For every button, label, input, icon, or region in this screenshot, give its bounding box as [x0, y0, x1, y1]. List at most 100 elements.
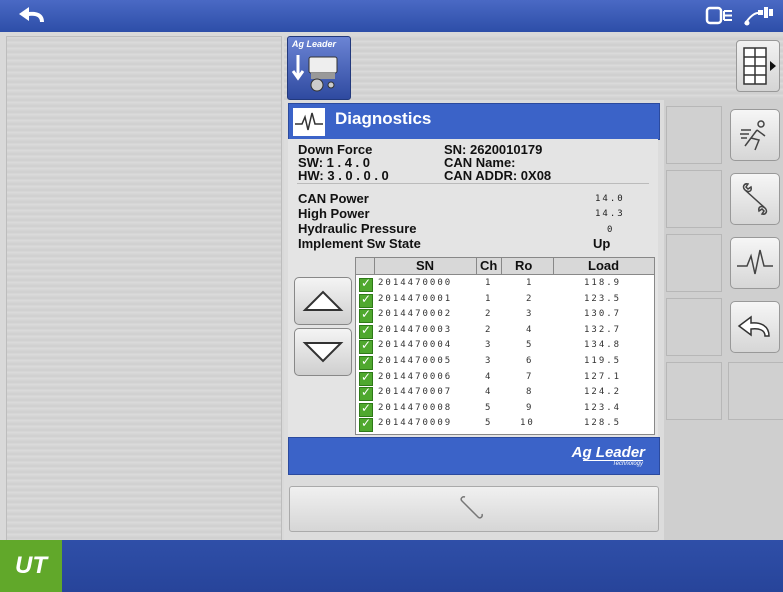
ut-logo-text: UT [15, 552, 47, 579]
grid-icon [743, 47, 776, 85]
cell-ch: 1 [485, 293, 493, 304]
back-arrow-icon [737, 315, 770, 337]
wrench-icon [742, 183, 768, 215]
brand-footer: Ag Leader Technology [288, 437, 660, 475]
metric-label: CAN Power [298, 191, 369, 206]
diagnostics-title-bar: Diagnostics [288, 103, 660, 140]
metric-label: Hydraulic Pressure [298, 221, 417, 236]
cell-ch: 2 [485, 324, 493, 335]
gps-satellite-icon[interactable] [741, 4, 775, 28]
cell-load: 132.7 [584, 324, 622, 335]
empty-slot [666, 362, 722, 420]
cell-ch: 3 [485, 340, 493, 351]
table-row[interactable]: 2014470000 1 1 118.9 [356, 275, 654, 292]
cell-sn: 2014470007 [378, 387, 453, 398]
sensor-table: SN Ch Ro Load 201447000011118.9201447000… [355, 257, 655, 435]
cell-ch: 5 [485, 418, 493, 429]
cell-ro: 6 [526, 356, 534, 366]
table-row[interactable]: 2014470004 3 5 134.8 [356, 337, 654, 355]
cell-sn: 2014470009 [378, 418, 453, 429]
ut-logo-button[interactable]: UT [0, 540, 62, 592]
cell-ro: 3 [526, 309, 534, 320]
cell-ch: 4 [485, 387, 493, 398]
diagnostics-pulse-icon [737, 249, 773, 275]
cell-ch: 4 [485, 371, 493, 382]
cell-ro: 10 [520, 418, 535, 429]
cell-load: 123.4 [584, 402, 622, 413]
table-row[interactable]: 2014470007 4 8 124.2 [356, 384, 654, 402]
cell-load: 119.5 [584, 356, 622, 366]
table-row[interactable]: 2014470005 3 6 119.5 [356, 353, 654, 370]
table-row[interactable]: 2014470003 2 4 132.7 [356, 322, 654, 339]
empty-slot [666, 106, 722, 164]
cell-ro: 8 [526, 387, 534, 398]
cell-ch: 5 [485, 402, 493, 413]
ag-leader-logo: Ag Leader [571, 444, 645, 461]
cell-load: 118.9 [584, 278, 622, 288]
column-header-load: Load [588, 258, 620, 273]
cell-ro: 4 [526, 324, 534, 335]
display-link-icon[interactable] [705, 4, 735, 28]
implement-brand: Ag Leader [292, 39, 337, 49]
cell-ro: 2 [526, 293, 534, 304]
operator-button[interactable] [730, 109, 780, 161]
table-row[interactable]: 2014470001 1 2 123.5 [356, 291, 654, 308]
cell-load: 124.2 [584, 387, 622, 398]
implement-tab[interactable]: Ag Leader [287, 36, 351, 100]
checkbox[interactable] [359, 416, 373, 433]
empty-slot [666, 298, 722, 356]
cell-load: 130.7 [584, 309, 622, 320]
running-person-icon [740, 120, 766, 151]
empty-slot [666, 170, 722, 228]
back-arrow-icon[interactable] [14, 4, 50, 28]
metric-label: High Power [298, 206, 370, 221]
table-header: SN Ch Ro Load [356, 258, 654, 275]
table-row[interactable]: 2014470009 5 10 128.5 [356, 415, 654, 433]
table-row[interactable]: 2014470008 5 9 123.4 [356, 400, 654, 417]
cell-load: 134.8 [584, 340, 622, 351]
column-divider [476, 258, 477, 274]
implement-header [284, 36, 783, 100]
metric-label: Implement Sw State [298, 236, 421, 251]
metric-value: 0 [607, 225, 615, 235]
layout-grid-button[interactable] [736, 40, 780, 92]
metric-value: 14.0 [595, 194, 625, 204]
back-button[interactable] [730, 301, 780, 353]
column-divider [553, 258, 554, 274]
cell-ro: 1 [526, 278, 534, 288]
diagnostics-button[interactable] [730, 237, 780, 289]
cell-sn: 2014470006 [378, 371, 453, 382]
can-address: CAN ADDR: 0X08 [444, 168, 552, 183]
scroll-down-button[interactable] [294, 328, 352, 376]
cell-sn: 2014470003 [378, 324, 453, 335]
cell-ch: 3 [485, 356, 493, 366]
down-arrow-icon [302, 342, 344, 363]
settings-wrench-button[interactable] [289, 486, 659, 532]
setup-wrench-button[interactable] [730, 173, 780, 225]
cell-ch: 1 [485, 278, 493, 288]
page-title: Diagnostics [335, 109, 432, 128]
column-header-sn: SN [416, 258, 435, 273]
column-divider [501, 258, 502, 274]
column-header-ch: Ch [480, 258, 498, 273]
wrench-icon [460, 496, 483, 519]
cell-sn: 2014470000 [378, 278, 453, 288]
cell-ro: 9 [526, 402, 534, 413]
bottom-bar [0, 540, 783, 592]
cell-sn: 2014470004 [378, 340, 453, 351]
cell-sn: 2014470001 [378, 293, 453, 304]
divider [297, 183, 649, 184]
table-row[interactable]: 2014470002 2 3 130.7 [356, 306, 654, 324]
scroll-up-button[interactable] [294, 277, 352, 325]
cell-ch: 2 [485, 309, 493, 320]
empty-slot [666, 234, 722, 292]
ag-leader-logo-sub: Technology [582, 460, 643, 467]
cell-load: 123.5 [584, 293, 622, 304]
cell-sn: 2014470008 [378, 402, 453, 413]
planter-implement-icon [291, 55, 338, 92]
table-row[interactable]: 2014470006 4 7 127.1 [356, 369, 654, 386]
hardware-version: HW: 3 . 0 . 0 . 0 [298, 168, 389, 183]
metric-value: Up [593, 236, 611, 251]
empty-slot [728, 362, 783, 420]
column-header-ro: Ro [515, 258, 533, 273]
